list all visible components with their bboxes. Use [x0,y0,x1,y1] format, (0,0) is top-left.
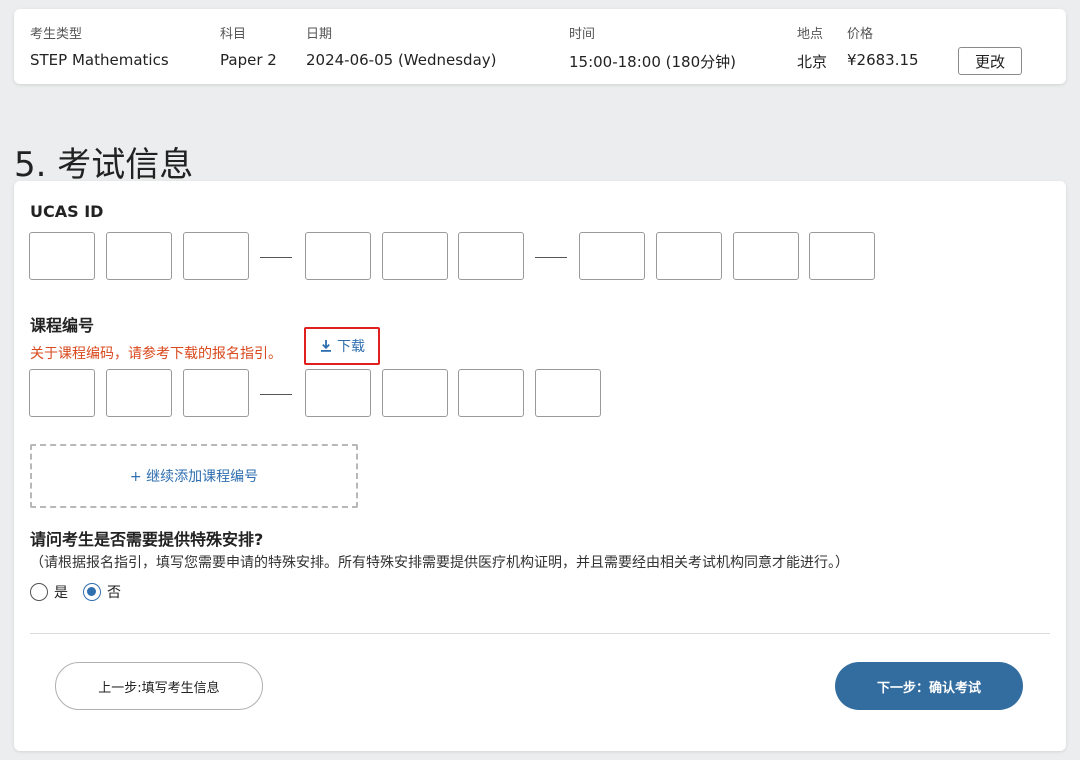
ucas-separator [260,257,292,258]
special-arrangement-no[interactable]: 否 [83,582,121,602]
course-code-digit-7[interactable] [535,369,601,417]
course-code-separator [260,394,292,395]
radio-no[interactable] [83,583,101,601]
download-guide-link[interactable]: 下载 [304,327,380,365]
time-value: 15:00-18:00 (180分钟) [569,53,736,71]
time-header: 时间 [569,27,596,42]
course-code-digit-1[interactable] [29,369,95,417]
radio-yes-label: 是 [54,585,68,601]
previous-step-button[interactable]: 上一步:填写考生信息 [55,662,263,710]
radio-yes[interactable] [30,583,48,601]
ucas-id-digit-1[interactable] [29,232,95,280]
date-value: 2024-06-05 (Wednesday) [306,51,497,69]
ucas-id-digit-2[interactable] [106,232,172,280]
course-code-digit-4[interactable] [305,369,371,417]
date-header: 日期 [306,27,333,42]
course-code-digit-2[interactable] [106,369,172,417]
location-value: 北京 [797,53,828,71]
add-course-code-button[interactable]: + 继续添加课程编号 [30,444,358,508]
download-label: 下载 [337,339,365,355]
exam-summary-card: 考生类型 STEP Mathematics 科目 Paper 2 日期 2024… [14,9,1066,84]
ucas-id-digit-6[interactable] [458,232,524,280]
form-divider [30,633,1050,634]
change-button[interactable]: 更改 [958,47,1022,75]
ucas-id-digit-7[interactable] [579,232,645,280]
exam-info-form: UCAS ID 课程编号 关于课程编码，请参考下载的报名指引。 下载 + 继续添… [14,181,1066,751]
candidate-type-header: 考生类型 [30,27,83,42]
ucas-id-digit-8[interactable] [656,232,722,280]
ucas-separator [535,257,567,258]
ucas-id-label: UCAS ID [30,202,104,221]
special-arrangement-question: 请问考生是否需要提供特殊安排? [30,530,264,549]
price-header: 价格 [847,27,874,42]
price-value: ¥2683.15 [847,51,919,69]
subject-header: 科目 [220,27,247,42]
course-code-digit-3[interactable] [183,369,249,417]
course-code-label: 课程编号 [30,316,95,335]
subject-value: Paper 2 [220,51,277,69]
next-step-button[interactable]: 下一步：确认考试 [835,662,1023,710]
ucas-id-digit-10[interactable] [809,232,875,280]
course-code-hint: 关于课程编码，请参考下载的报名指引。 [30,346,282,362]
radio-no-label: 否 [107,585,121,601]
candidate-type-value: STEP Mathematics [30,51,169,69]
download-icon [321,340,331,352]
special-arrangement-yes[interactable]: 是 [30,582,68,602]
ucas-id-digit-5[interactable] [382,232,448,280]
page-title: 5. 考试信息 [14,144,194,185]
special-arrangement-note: （请根据报名指引，填写您需要申请的特殊安排。所有特殊安排需要提供医疗机构证明，并… [30,555,849,571]
ucas-id-digit-9[interactable] [733,232,799,280]
course-code-digit-6[interactable] [458,369,524,417]
ucas-id-digit-4[interactable] [305,232,371,280]
course-code-digit-5[interactable] [382,369,448,417]
location-header: 地点 [797,27,824,42]
ucas-id-digit-3[interactable] [183,232,249,280]
